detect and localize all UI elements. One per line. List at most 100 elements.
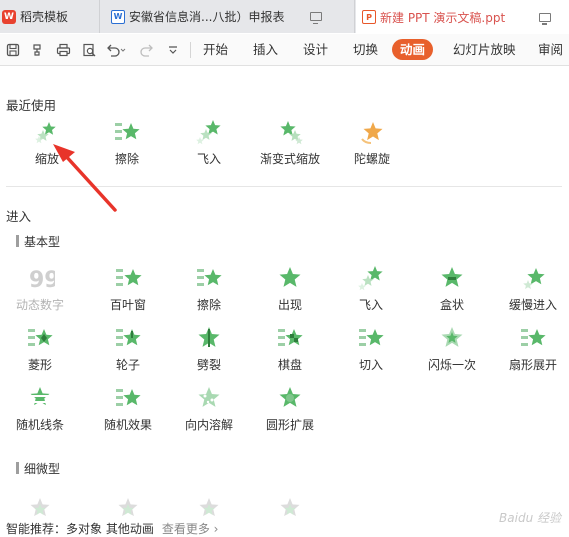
tab-label: 稻壳模板: [20, 10, 69, 24]
animation-star-icon: [275, 117, 305, 147]
animation-star-icon: [194, 323, 224, 353]
effect-item[interactable]: 劈裂: [167, 323, 251, 379]
effect-label: 向内溶解: [184, 418, 233, 432]
effect-item[interactable]: 飞入: [329, 263, 413, 319]
baidu-watermark: Baidu 经验: [499, 511, 561, 525]
undo-icon[interactable]: [104, 34, 128, 65]
effect-label: 随机线条: [15, 418, 64, 432]
effect-item[interactable]: [0, 488, 82, 518]
screen-icon[interactable]: [310, 12, 323, 24]
tab-daoke-template[interactable]: W 稻壳模板: [0, 0, 100, 33]
effect-label: 菱形: [27, 358, 52, 372]
effect-label: 扇形展开: [508, 358, 557, 372]
effect-item[interactable]: [167, 488, 251, 518]
effect-item[interactable]: 出现: [248, 263, 332, 319]
effect-label: 缩放: [34, 152, 59, 166]
entrance-section-title: 进入: [6, 209, 32, 224]
animation-star-icon: [112, 117, 142, 147]
effect-item[interactable]: [86, 488, 170, 518]
effect-label: 随机效果: [103, 418, 152, 432]
effect-label: 渐变式缩放: [259, 152, 320, 166]
tab-ppt-document[interactable]: P 新建 PPT 演示文稿.ppt: [356, 0, 569, 34]
effect-item[interactable]: 盒状: [410, 263, 494, 319]
effect-label: 擦除: [196, 298, 221, 312]
effect-label: 陀螺旋: [353, 152, 390, 166]
effect-item[interactable]: 飞入: [167, 117, 251, 173]
toolbar-divider: [190, 42, 191, 58]
animation-star-icon: [113, 263, 143, 293]
effect-label: 擦除: [114, 152, 139, 166]
animation-star-icon: [194, 117, 224, 147]
effect-item[interactable]: 棋盘: [248, 323, 332, 379]
animation-star-icon: [113, 323, 143, 353]
word-doc-icon: W: [111, 9, 125, 24]
ribbon-tab-design[interactable]: 设计: [300, 39, 331, 60]
effect-item[interactable]: 随机线条: [0, 383, 82, 439]
effect-label: 圆形扩展: [265, 418, 314, 432]
basic-subsection-title: 基本型: [16, 233, 60, 250]
effect-label: 百叶窗: [109, 298, 146, 312]
effect-item[interactable]: [248, 488, 332, 518]
effect-label: 棋盘: [277, 358, 302, 372]
effect-item[interactable]: 轮子: [86, 323, 170, 379]
ribbon-tab-home[interactable]: 开始: [200, 39, 231, 60]
effect-item[interactable]: 渐变式缩放: [248, 117, 332, 173]
save-icon[interactable]: [2, 34, 24, 65]
ribbon-tab-transition[interactable]: 切换: [350, 39, 381, 60]
effect-item[interactable]: 随机效果: [86, 383, 170, 439]
effect-label: 缓慢进入: [508, 298, 557, 312]
print-preview-icon[interactable]: [78, 34, 100, 65]
ribbon-tab-animation[interactable]: 动画: [392, 39, 434, 60]
animation-star-icon: [32, 117, 62, 147]
animation-star-icon: [437, 323, 467, 353]
format-painter-icon[interactable]: [26, 34, 48, 65]
animation-gallery: 最近使用 缩放 擦除 飞入 渐变式缩放 陀螺旋 进入 基本型 99 动态数字 百叶窗 擦除 出现…: [0, 66, 569, 530]
smart-recommend-text: 智能推荐：多对象 其他动画: [6, 522, 154, 536]
effect-item[interactable]: 缓慢进入: [491, 263, 569, 319]
toolbar: 开始 插入 设计 切换 动画 幻灯片放映 审阅: [0, 34, 569, 66]
ribbon-tab-slideshow[interactable]: 幻灯片放映: [450, 39, 519, 60]
effect-label: 飞入: [196, 152, 221, 166]
screen-icon[interactable]: [539, 12, 552, 25]
redo-icon[interactable]: [136, 34, 158, 65]
effect-label: 劈裂: [196, 358, 221, 372]
animation-star-icon: [356, 263, 386, 293]
smart-recommend-bar: 智能推荐：多对象 其他动画 查看更多 ›: [6, 520, 218, 537]
animation-star-icon: [275, 323, 305, 353]
animation-star-icon: [275, 383, 305, 413]
effect-item[interactable]: 扇形展开: [491, 323, 569, 379]
effect-item[interactable]: 向内溶解: [167, 383, 251, 439]
animation-star-icon: [25, 383, 55, 413]
effect-item[interactable]: 圆形扩展: [248, 383, 332, 439]
effect-label: 切入: [358, 358, 383, 372]
tab-word-document[interactable]: W 安徽省信息消...八批）申报表: [101, 0, 355, 33]
effect-item[interactable]: 擦除: [167, 263, 251, 319]
view-more-link[interactable]: 查看更多 ›: [162, 522, 219, 536]
effect-item[interactable]: 菱形: [0, 323, 82, 379]
effect-item[interactable]: 99 动态数字: [0, 263, 82, 319]
effect-item[interactable]: 缩放: [5, 117, 89, 173]
effect-label: 闪烁一次: [427, 358, 476, 372]
tab-label: 安徽省信息消...八批）申报表: [129, 10, 285, 24]
effect-item[interactable]: 擦除: [85, 117, 169, 173]
effect-label: 轮子: [115, 358, 140, 372]
effect-item[interactable]: 闪烁一次: [410, 323, 494, 379]
effect-label: 飞入: [358, 298, 383, 312]
effect-item[interactable]: 陀螺旋: [330, 117, 414, 173]
animation-star-icon: [518, 323, 548, 353]
animation-star-icon: [194, 383, 224, 413]
effect-item[interactable]: 切入: [329, 323, 413, 379]
effect-item[interactable]: 百叶窗: [86, 263, 170, 319]
animation-star-icon: [275, 488, 305, 518]
animation-star-icon: [518, 263, 548, 293]
more-dropdown-icon[interactable]: [162, 34, 184, 65]
ribbon-tab-insert[interactable]: 插入: [250, 39, 281, 60]
animation-star-icon: [113, 383, 143, 413]
animation-star-icon: [25, 488, 55, 518]
tab-label: 新建 PPT 演示文稿.ppt: [380, 10, 506, 25]
ribbon-tab-review[interactable]: 审阅: [535, 39, 566, 60]
ppt-doc-icon: P: [362, 10, 376, 24]
print-icon[interactable]: [52, 34, 74, 65]
subtle-subsection-title: 细微型: [16, 460, 60, 477]
animation-star-icon: [194, 488, 224, 518]
